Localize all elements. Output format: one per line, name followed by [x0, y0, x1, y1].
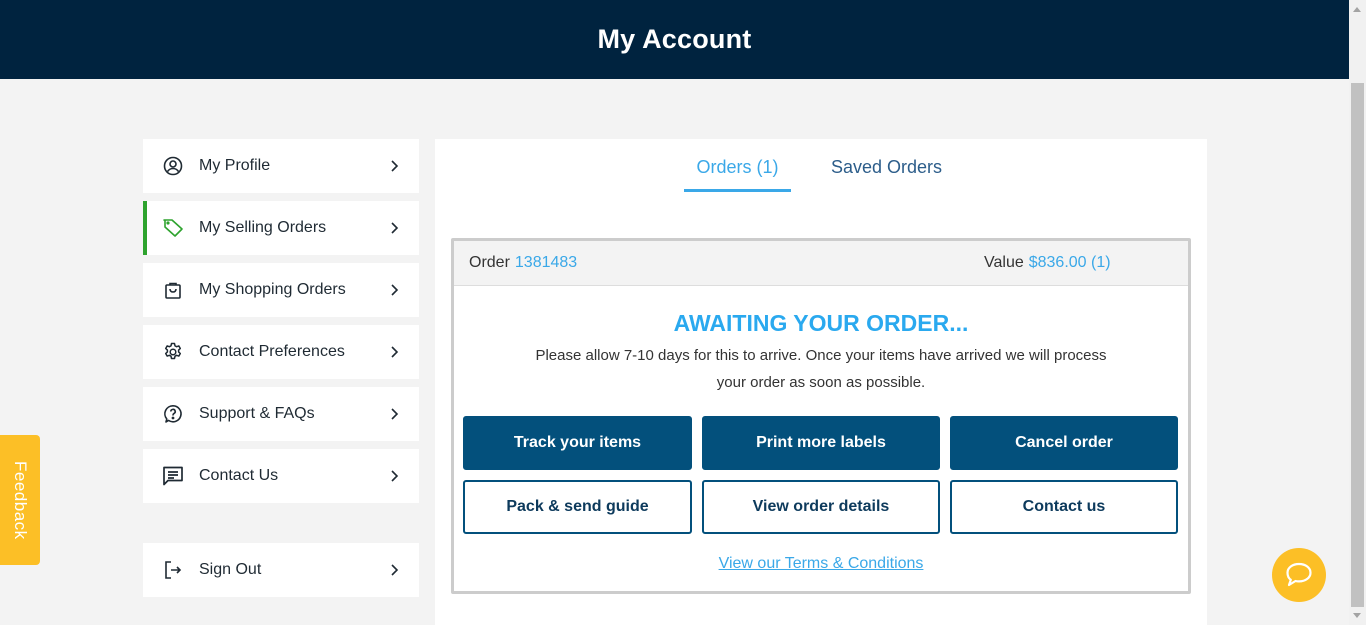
sidebar-item-contact-preferences[interactable]: Contact Preferences: [143, 325, 419, 379]
sidebar-item-label: Contact Us: [199, 467, 279, 484]
order-number[interactable]: 1381483: [515, 254, 577, 272]
tag-icon: [161, 216, 185, 240]
order-tabs: Orders (1) Saved Orders: [435, 139, 1207, 199]
scroll-down-arrow-icon[interactable]: [1353, 613, 1361, 618]
gear-icon: [161, 340, 185, 364]
order-value[interactable]: $836.00 (1): [1029, 254, 1111, 272]
message-icon: [161, 464, 185, 488]
order-label: Order: [469, 254, 510, 271]
chat-bubble-icon: [1286, 562, 1312, 587]
scroll-up-arrow-icon[interactable]: [1353, 7, 1361, 12]
print-labels-button[interactable]: Print more labels: [702, 416, 940, 470]
sidebar-item-my-shopping-orders[interactable]: My Shopping Orders: [143, 263, 419, 317]
sidebar-item-label: Contact Preferences: [199, 343, 345, 360]
sidebar-item-label: My Shopping Orders: [199, 281, 346, 298]
chevron-right-icon: [391, 470, 399, 482]
order-actions: Track your items Print more labels Cance…: [463, 416, 1179, 534]
feedback-label: Feedback: [11, 460, 30, 540]
feedback-tab[interactable]: Feedback: [0, 435, 40, 565]
chevron-right-icon: [391, 408, 399, 420]
terms-conditions-link[interactable]: View our Terms & Conditions: [719, 555, 924, 572]
chevron-right-icon: [391, 564, 399, 576]
order-card: Order 1381483 Value $836.00 (1) AWAITING…: [451, 238, 1191, 594]
value-label: Value: [984, 254, 1024, 271]
order-status-description: Please allow 7-10 days for this to arriv…: [535, 347, 1107, 391]
account-sidebar: My Profile My Selling Orders My Shopping…: [143, 139, 419, 605]
chevron-right-icon: [391, 284, 399, 296]
sidebar-item-label: My Selling Orders: [199, 219, 327, 236]
scrollbar-thumb[interactable]: [1351, 83, 1364, 607]
shopping-bag-icon: [161, 278, 185, 302]
page-title: My Account: [597, 24, 752, 54]
sidebar-item-label: My Profile: [199, 157, 271, 174]
terms-container: View our Terms & Conditions: [454, 553, 1188, 573]
contact-us-button[interactable]: Contact us: [950, 480, 1178, 534]
order-header: Order 1381483 Value $836.00 (1): [454, 241, 1188, 286]
sidebar-item-support-faqs[interactable]: Support & FAQs: [143, 387, 419, 441]
sidebar-item-label: Support & FAQs: [199, 405, 315, 422]
sidebar-item-sign-out[interactable]: Sign Out: [143, 543, 419, 597]
sign-out-icon: [161, 558, 185, 582]
question-bubble-icon: [161, 402, 185, 426]
page-header: My Account: [0, 0, 1349, 79]
sidebar-item-my-profile[interactable]: My Profile: [143, 139, 419, 193]
vertical-scrollbar[interactable]: [1349, 0, 1366, 625]
user-circle-icon: [161, 154, 185, 178]
chevron-right-icon: [391, 222, 399, 234]
sidebar-item-my-selling-orders[interactable]: My Selling Orders: [143, 201, 419, 255]
tab-orders[interactable]: Orders (1): [684, 157, 791, 178]
pack-send-guide-button[interactable]: Pack & send guide: [463, 480, 692, 534]
active-tab-indicator: [684, 189, 791, 192]
tab-saved-orders[interactable]: Saved Orders: [831, 157, 942, 178]
chevron-right-icon: [391, 160, 399, 172]
track-items-button[interactable]: Track your items: [463, 416, 692, 470]
chevron-right-icon: [391, 346, 399, 358]
sidebar-item-contact-us[interactable]: Contact Us: [143, 449, 419, 503]
orders-panel: Orders (1) Saved Orders Order 1381483 Va…: [435, 139, 1207, 625]
view-order-details-button[interactable]: View order details: [702, 480, 940, 534]
order-value-group: Value $836.00 (1): [984, 254, 1111, 272]
order-status-title: AWAITING YOUR ORDER...: [673, 310, 969, 336]
sidebar-item-label: Sign Out: [199, 561, 262, 578]
chat-button[interactable]: [1272, 548, 1326, 602]
cancel-order-button[interactable]: Cancel order: [950, 416, 1178, 470]
